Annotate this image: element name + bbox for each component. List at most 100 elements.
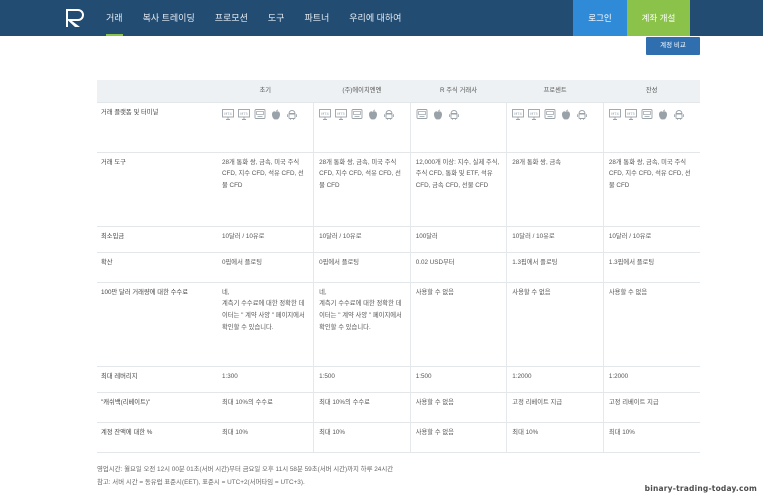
header-empty-cell [97, 80, 217, 103]
table-row: 100만 달러 거래량에 대한 수수료 네, 계측기 수수료에 대한 정확한 데이… [97, 282, 700, 367]
column-header: (주)에이치엔엔 [313, 80, 411, 103]
platform-icons-cell [409, 102, 507, 153]
nav-item[interactable]: 파트너 [294, 0, 339, 36]
top-navigation-bar: 거래 복사 트레이딩 프로모션 도구 파트너 우리에 대하여 로그인 계좌 개설 [0, 0, 763, 36]
table-cell: 12,000개 이상: 지수, 실제 주식, 주식 CFD, 통화 및 ETF,… [409, 152, 507, 227]
table-cell: 최대 10% [506, 422, 604, 453]
brand-logo[interactable] [64, 8, 86, 28]
row-label: 최소입금 [97, 226, 217, 253]
apple-icon [432, 109, 444, 120]
table-cell: 10달러 / 10유로 [313, 226, 411, 253]
desktop-icon [351, 108, 363, 120]
android-icon [576, 109, 588, 120]
table-cell: 100달러 [409, 226, 507, 253]
table-cell: 사용할 수 없음 [409, 392, 507, 423]
platform-icons-cell: MT4 MT5 [313, 102, 411, 153]
table-row: 거래 도구 28개 통화 쌍, 금속, 미국 주식 CFD, 지수 CFD, 석유… [97, 152, 700, 227]
row-label: 확산 [97, 252, 217, 283]
table-cell: 10달러 / 10유로 [602, 226, 700, 253]
table-cell: 1.3핍에서 플로팅 [506, 252, 604, 283]
table-row: 최대 레버리지 1:300 1:500 1:500 1:2000 1:2000 [97, 366, 700, 393]
row-label: 거래 도구 [97, 152, 217, 227]
table-cell: 0.02 USD부터 [409, 252, 507, 283]
platform-icons-cell: MT4 MT5 [217, 102, 314, 153]
table-cell: 최대 10%의 수수료 [313, 392, 411, 423]
table-cell: 10달러 / 10유로 [506, 226, 604, 253]
apple-icon [270, 109, 282, 120]
mt5-icon: MT5 [624, 108, 637, 120]
table-row: 확산 0핍에서 플로팅 0핍에서 플로팅 0.02 USD부터 1.3핍에서 플로팅 1.… [97, 252, 700, 283]
android-icon [673, 109, 685, 120]
android-icon [286, 109, 298, 120]
column-header: 초기 [217, 80, 314, 103]
desktop-icon [544, 108, 556, 120]
table-cell: 최대 10% [602, 422, 700, 453]
table-cell: 1:2000 [506, 366, 604, 393]
row-label: 최대 레버리지 [97, 366, 217, 393]
nav-item[interactable]: 도구 [258, 0, 295, 36]
desktop-icon [254, 108, 266, 120]
row-label: 100만 달러 거래량에 대한 수수료 [97, 282, 217, 367]
table-cell: 네, 계측기 수수료에 대한 정확한 데이터는 " 계약 사양 " 페이지에서 … [313, 282, 411, 367]
trading-hours-note: 영업시간: 월요일 오전 12시 00분 01초(서버 시간)부터 금요일 오후… [97, 466, 394, 473]
table-cell: 사용할 수 없음 [409, 282, 507, 367]
table-cell: 28개 통화 쌍, 금속 [506, 152, 604, 227]
platform-icons: MT4 MT5 [608, 107, 694, 120]
svg-text:MT4: MT4 [514, 112, 522, 116]
row-label: 거래 플랫폼 및 터미널 [97, 102, 217, 153]
svg-text:MT4: MT4 [321, 112, 329, 116]
apple-icon [367, 109, 379, 120]
mt4-icon: MT4 [608, 108, 621, 120]
table-cell: 1:300 [217, 366, 314, 393]
table-row: 최소입금 10달러 / 10유로 10달러 / 10유로 100달러 10달러 / 10… [97, 226, 700, 253]
table-cell: 고정 리베이트 지급 [506, 392, 604, 423]
table-cell: 사용할 수 없음 [602, 282, 700, 367]
column-header: R 주식 거래사 [410, 80, 507, 103]
platform-icons [416, 107, 501, 120]
server-time-note: 참고: 서버 시간 = 동유럽 표준시(EET), 표준시 = UTC+2(서머… [97, 479, 305, 486]
android-icon [448, 109, 460, 120]
column-header: 잔성 [603, 80, 700, 103]
table-cell: 0핍에서 플로팅 [313, 252, 411, 283]
open-account-button[interactable]: 계좌 개설 [627, 0, 690, 36]
table-row: "캐쉬백(리베이트)" 최대 10%의 수수료 최대 10%의 수수료 사용할 수 없… [97, 392, 700, 423]
table-cell: 28개 통화 쌍, 금속, 미국 주식 CFD, 지수 CFD, 석유 CFD,… [217, 152, 314, 227]
platform-icons-cell: MT4 MT5 [602, 102, 700, 153]
svg-text:MT4: MT4 [224, 112, 232, 116]
desktop-icon [416, 108, 428, 120]
table-row: 거래 플랫폼 및 터미널 MT4 MT5 MT4 MT5 MT4 MT5 MT4 MT5 [97, 102, 700, 153]
column-header: 프로센트 [506, 80, 604, 103]
nav-item[interactable]: 프로모션 [205, 0, 258, 36]
table-row: 계정 잔액에 대한 % 최대 10% 최대 10% 사용할 수 없음 최대 10% 최대 … [97, 422, 700, 453]
mt5-icon: MT5 [528, 108, 541, 120]
account-comparison-table: 초기 (주)에이치엔엔 R 주식 거래사 프로센트 잔성 거래 플랫폼 및 터미… [97, 80, 700, 453]
row-label: "캐쉬백(리베이트)" [97, 392, 217, 423]
table-cell: 고정 리베이트 지급 [602, 392, 700, 423]
table-cell: 1.3핍에서 플로팅 [602, 252, 700, 283]
table-cell: 사용할 수 없음 [506, 282, 604, 367]
apple-icon [560, 109, 572, 120]
watermark: binary-trading-today.com [644, 484, 757, 493]
nav-item[interactable]: 우리에 대하여 [339, 0, 411, 36]
mt5-icon: MT5 [335, 108, 348, 120]
svg-text:MT5: MT5 [240, 112, 248, 116]
mt4-icon: MT4 [222, 108, 234, 120]
platform-icons-cell: MT4 MT5 [506, 102, 604, 153]
login-button[interactable]: 로그인 [573, 0, 627, 36]
table-cell: 1:500 [313, 366, 411, 393]
android-icon [383, 109, 395, 120]
nav-item[interactable]: 거래 [96, 0, 133, 36]
nav-item[interactable]: 복사 트레이딩 [133, 0, 205, 36]
table-cell: 28개 통화 쌍, 금속, 미국 주식 CFD, 지수 CFD, 석유 CFD,… [602, 152, 700, 227]
table-cell: 28개 통화 쌍, 금속, 미국 주식 CFD, 지수 CFD, 석유 CFD,… [313, 152, 411, 227]
row-label: 계정 잔액에 대한 % [97, 422, 217, 453]
svg-text:MT5: MT5 [627, 112, 635, 116]
platform-icons: MT4 MT5 [512, 107, 597, 120]
platform-icons: MT4 MT5 [222, 107, 307, 120]
compare-accounts-button[interactable]: 계정 비교 [646, 37, 700, 55]
table-cell: 최대 10%의 수수료 [217, 392, 314, 423]
table-cell: 1:2000 [602, 366, 700, 393]
table-cell: 10달러 / 10유로 [217, 226, 314, 253]
svg-text:MT4: MT4 [611, 112, 619, 116]
mt4-icon: MT4 [319, 108, 332, 120]
